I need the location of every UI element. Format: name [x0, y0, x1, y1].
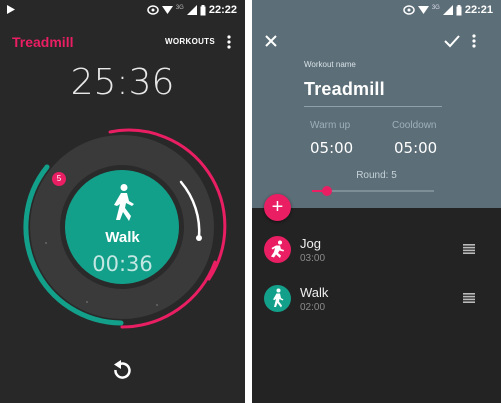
- current-step-time: 00:36: [92, 252, 153, 276]
- battery-icon: [456, 4, 462, 15]
- cooldown-value[interactable]: 05:00: [394, 139, 437, 157]
- network-type: 3G: [175, 5, 184, 11]
- play-notification-icon: [7, 5, 15, 17]
- status-time: 22:21: [464, 4, 493, 16]
- walk-icon: [273, 288, 284, 308]
- step-duration: 02:00: [300, 302, 326, 313]
- round-badge: 5: [52, 172, 66, 186]
- workout-header-panel: 3G 22:21 Workout name Treadmill Warm up …: [252, 0, 501, 208]
- warm-up-value[interactable]: 05:00: [310, 139, 353, 157]
- wifi-icon: [161, 6, 173, 14]
- step-duration: 03:00: [300, 253, 326, 264]
- round-label: Round: 5: [356, 170, 397, 181]
- reset-icon[interactable]: [109, 358, 135, 384]
- status-bar: 3G 22:21: [252, 0, 501, 22]
- overflow-menu-icon[interactable]: [227, 34, 231, 50]
- vibrate-icon: [147, 5, 159, 15]
- round-slider-thumb[interactable]: [321, 186, 332, 196]
- step-icon: [264, 236, 291, 263]
- run-icon: [271, 240, 284, 258]
- warm-up-label: Warm up: [310, 120, 351, 131]
- battery-icon: [200, 4, 206, 15]
- status-time: 22:22: [208, 4, 237, 16]
- app-bar: Treadmill WORKOUTS: [0, 22, 245, 60]
- close-icon[interactable]: [264, 34, 278, 48]
- edit-workout-screen: 3G 22:21 Workout name Treadmill Warm up …: [252, 0, 501, 403]
- add-step-button[interactable]: +: [264, 194, 291, 221]
- vibrate-icon: [403, 5, 415, 15]
- total-time: 25:36: [70, 62, 175, 103]
- timer-screen: 3G 22:22 Treadmill WORKOUTS 25:36 5 Walk…: [0, 0, 245, 403]
- signal-icon: [186, 5, 197, 15]
- workout-name-label: Workout name: [304, 60, 356, 69]
- current-step-name: Walk: [105, 229, 140, 246]
- drag-handle-icon[interactable]: [463, 293, 475, 303]
- step-item-jog[interactable]: Jog 03:00: [252, 232, 501, 276]
- workout-name-field[interactable]: Treadmill: [304, 79, 385, 100]
- name-underline: [304, 106, 442, 107]
- check-icon[interactable]: [444, 34, 460, 48]
- status-bar: 3G 22:22: [0, 0, 245, 22]
- step-name: Walk: [300, 285, 329, 300]
- signal-icon: [442, 5, 453, 15]
- wifi-icon: [417, 6, 429, 14]
- workouts-button[interactable]: WORKOUTS: [165, 37, 215, 46]
- cooldown-label: Cooldown: [392, 120, 437, 131]
- app-title: Treadmill: [12, 34, 74, 50]
- step-icon: [264, 285, 291, 312]
- drag-handle-icon[interactable]: [463, 244, 475, 254]
- step-item-walk[interactable]: Walk 02:00: [252, 281, 501, 325]
- network-type: 3G: [431, 5, 440, 11]
- overflow-menu-icon[interactable]: [472, 33, 476, 49]
- step-name: Jog: [300, 236, 321, 251]
- progress-dial: [23, 128, 227, 329]
